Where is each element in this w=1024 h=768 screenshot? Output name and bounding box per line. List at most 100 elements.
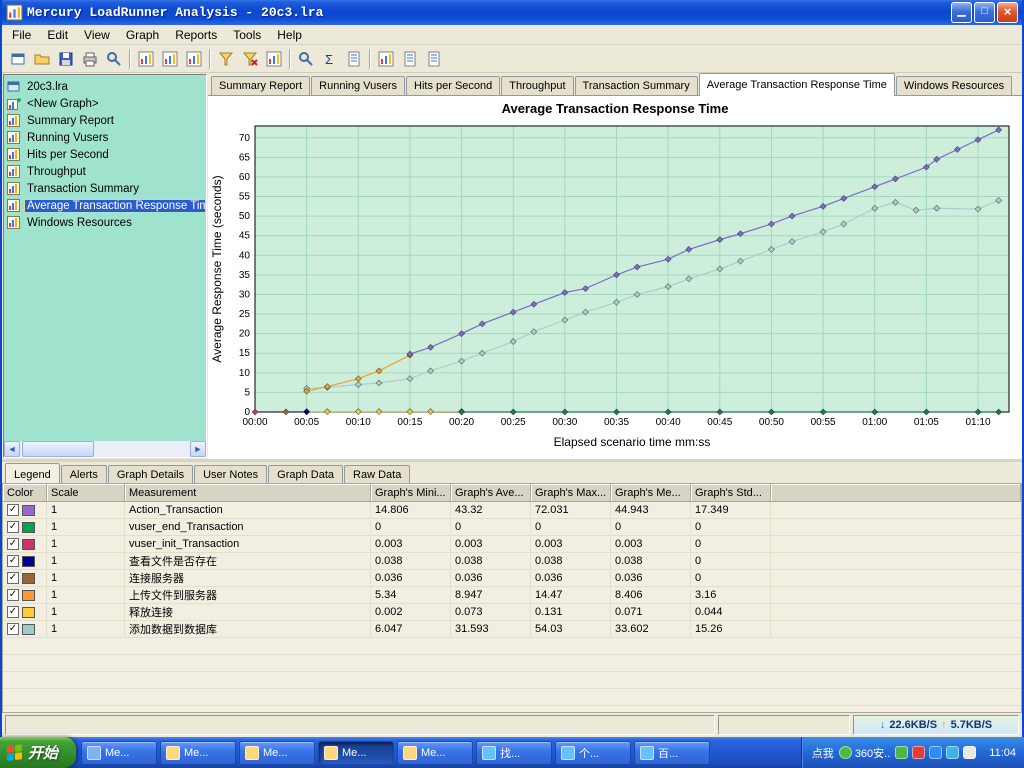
column-header-graph-s-mini[interactable]: Graph's Mini...	[371, 484, 451, 501]
series-checkbox[interactable]: ✓	[7, 504, 19, 516]
clock[interactable]: 11:04	[981, 747, 1016, 759]
tab-throughput[interactable]: Throughput	[501, 76, 573, 95]
tab-summary-report[interactable]: Summary Report	[211, 76, 310, 95]
sidebar-item-new-graph[interactable]: <New Graph>	[5, 95, 205, 112]
table-row[interactable]: ✓1添加数据到数据库6.04731.59354.0333.60215.26	[3, 621, 1021, 638]
column-header-graph-s-me[interactable]: Graph's Me...	[611, 484, 691, 501]
taskbar-button-6[interactable]: 个...	[555, 741, 631, 765]
menu-edit[interactable]: Edit	[39, 26, 76, 44]
taskbar-button-5[interactable]: 找...	[476, 741, 552, 765]
set-filter-icon[interactable]	[214, 47, 238, 71]
360-tray-icon[interactable]	[895, 746, 908, 759]
value-cell: 0.044	[691, 604, 771, 620]
minimize-button[interactable]: ▁	[951, 2, 972, 23]
table-row[interactable]: ✓1Action_Transaction14.80643.3272.03144.…	[3, 502, 1021, 519]
add-graph-icon[interactable]	[134, 47, 158, 71]
table-row[interactable]: ✓1上传文件到服务器5.348.94714.478.4063.16	[3, 587, 1021, 604]
series-checkbox[interactable]: ✓	[7, 538, 19, 550]
column-header-scale[interactable]: Scale	[47, 484, 125, 501]
legend-tab-user-notes[interactable]: User Notes	[194, 465, 267, 483]
sidebar-item-20c3-lra[interactable]: 20c3.lra	[5, 78, 205, 95]
tab-average-transaction-response-time[interactable]: Average Transaction Response Time	[699, 73, 895, 96]
scroll-left-icon[interactable]: ◄	[4, 441, 20, 457]
scrollbar-track[interactable]	[20, 441, 190, 457]
overlay-graphs-icon[interactable]	[158, 47, 182, 71]
set-granularity-icon[interactable]	[262, 47, 286, 71]
taskbar-button-0[interactable]: Me...	[81, 741, 157, 765]
table-row[interactable]: ✓1查看文件是否存在0.0380.0380.0380.0380	[3, 553, 1021, 570]
column-header-measurement[interactable]: Measurement	[125, 484, 371, 501]
auto-correlate-icon[interactable]: Σ	[318, 47, 342, 71]
legend-tab-legend[interactable]: Legend	[5, 463, 60, 484]
menu-graph[interactable]: Graph	[118, 26, 167, 44]
taskbar-button-3[interactable]: Me...	[318, 741, 394, 765]
clear-filter-icon[interactable]	[238, 47, 262, 71]
taskbar-button-7[interactable]: 百...	[634, 741, 710, 765]
scrollbar-thumb[interactable]	[22, 441, 94, 457]
value-cell: 5.34	[371, 587, 451, 603]
column-header-graph-s-std[interactable]: Graph's Std...	[691, 484, 771, 501]
legend-tab-raw-data[interactable]: Raw Data	[344, 465, 410, 483]
open-session-icon[interactable]	[6, 47, 30, 71]
tree-horizontal-scrollbar[interactable]: ◄ ►	[4, 441, 206, 457]
menu-view[interactable]: View	[76, 26, 118, 44]
taskbar-button-4[interactable]: Me...	[397, 741, 473, 765]
legend-tab-graph-data[interactable]: Graph Data	[268, 465, 343, 483]
print-preview-icon[interactable]	[102, 47, 126, 71]
series-checkbox[interactable]: ✓	[7, 521, 19, 533]
taskbar-button-2[interactable]: Me...	[239, 741, 315, 765]
table-row[interactable]: ✓1释放连接0.0020.0730.1310.0710.044	[3, 604, 1021, 621]
series-checkbox[interactable]: ✓	[7, 623, 19, 635]
table-row[interactable]: ✓1连接服务器0.0360.0360.0360.0360	[3, 570, 1021, 587]
series-checkbox[interactable]: ✓	[7, 606, 19, 618]
open-icon[interactable]	[30, 47, 54, 71]
tab-windows-resources[interactable]: Windows Resources	[896, 76, 1012, 95]
table-row[interactable]: ✓1vuser_end_Transaction00000	[3, 519, 1021, 536]
scroll-right-icon[interactable]: ►	[190, 441, 206, 457]
column-header-graph-s-max[interactable]: Graph's Max...	[531, 484, 611, 501]
tray-360-app[interactable]: 360安..	[839, 745, 890, 761]
title-bar[interactable]: Mercury LoadRunner Analysis - 20c3.lra ▁…	[2, 0, 1022, 25]
report-icon[interactable]	[342, 47, 366, 71]
column-header-color[interactable]: Color	[3, 484, 47, 501]
im-icon[interactable]	[929, 746, 942, 759]
security-center-icon[interactable]	[912, 746, 925, 759]
menu-reports[interactable]: Reports	[167, 26, 225, 44]
series-checkbox[interactable]: ✓	[7, 555, 19, 567]
tab-hits-per-second[interactable]: Hits per Second	[406, 76, 500, 95]
legend-tab-alerts[interactable]: Alerts	[61, 465, 107, 483]
legend-tab-graph-details[interactable]: Graph Details	[108, 465, 193, 483]
sidebar-item-throughput[interactable]: Throughput	[5, 163, 205, 180]
start-button[interactable]: 开始	[0, 737, 76, 768]
maximize-button[interactable]: □	[974, 2, 995, 23]
word-report-icon[interactable]	[422, 47, 446, 71]
tab-running-vusers[interactable]: Running Vusers	[311, 76, 405, 95]
menu-help[interactable]: Help	[269, 26, 310, 44]
sidebar-item-transaction-summary[interactable]: Transaction Summary	[5, 180, 205, 197]
menu-file[interactable]: File	[4, 26, 39, 44]
sidebar-item-average-transaction-response-time[interactable]: Average Transaction Response Time	[5, 197, 205, 214]
360-safety-icon[interactable]	[839, 746, 852, 759]
volume-icon[interactable]	[963, 746, 976, 759]
tray-text[interactable]: 点我	[812, 745, 834, 761]
value-cell: 0.003	[531, 536, 611, 552]
sidebar-item-hits-per-second[interactable]: Hits per Second	[5, 146, 205, 163]
merge-graphs-icon[interactable]	[182, 47, 206, 71]
series-checkbox[interactable]: ✓	[7, 589, 19, 601]
close-button[interactable]: ×	[997, 2, 1018, 23]
table-row[interactable]: ✓1vuser_init_Transaction0.0030.0030.0030…	[3, 536, 1021, 553]
tab-transaction-summary[interactable]: Transaction Summary	[575, 76, 698, 95]
menu-tools[interactable]: Tools	[225, 26, 269, 44]
sidebar-item-summary-report[interactable]: Summary Report	[5, 112, 205, 129]
drill-down-icon[interactable]	[294, 47, 318, 71]
network-status-icon[interactable]	[946, 746, 959, 759]
sidebar-item-running-vusers[interactable]: Running Vusers	[5, 129, 205, 146]
series-checkbox[interactable]: ✓	[7, 572, 19, 584]
column-header-graph-s-ave[interactable]: Graph's Ave...	[451, 484, 531, 501]
cross-with-result-icon[interactable]	[374, 47, 398, 71]
save-icon[interactable]	[54, 47, 78, 71]
taskbar-button-1[interactable]: Me...	[160, 741, 236, 765]
sidebar-item-windows-resources[interactable]: Windows Resources	[5, 214, 205, 231]
html-report-icon[interactable]	[398, 47, 422, 71]
print-icon[interactable]	[78, 47, 102, 71]
